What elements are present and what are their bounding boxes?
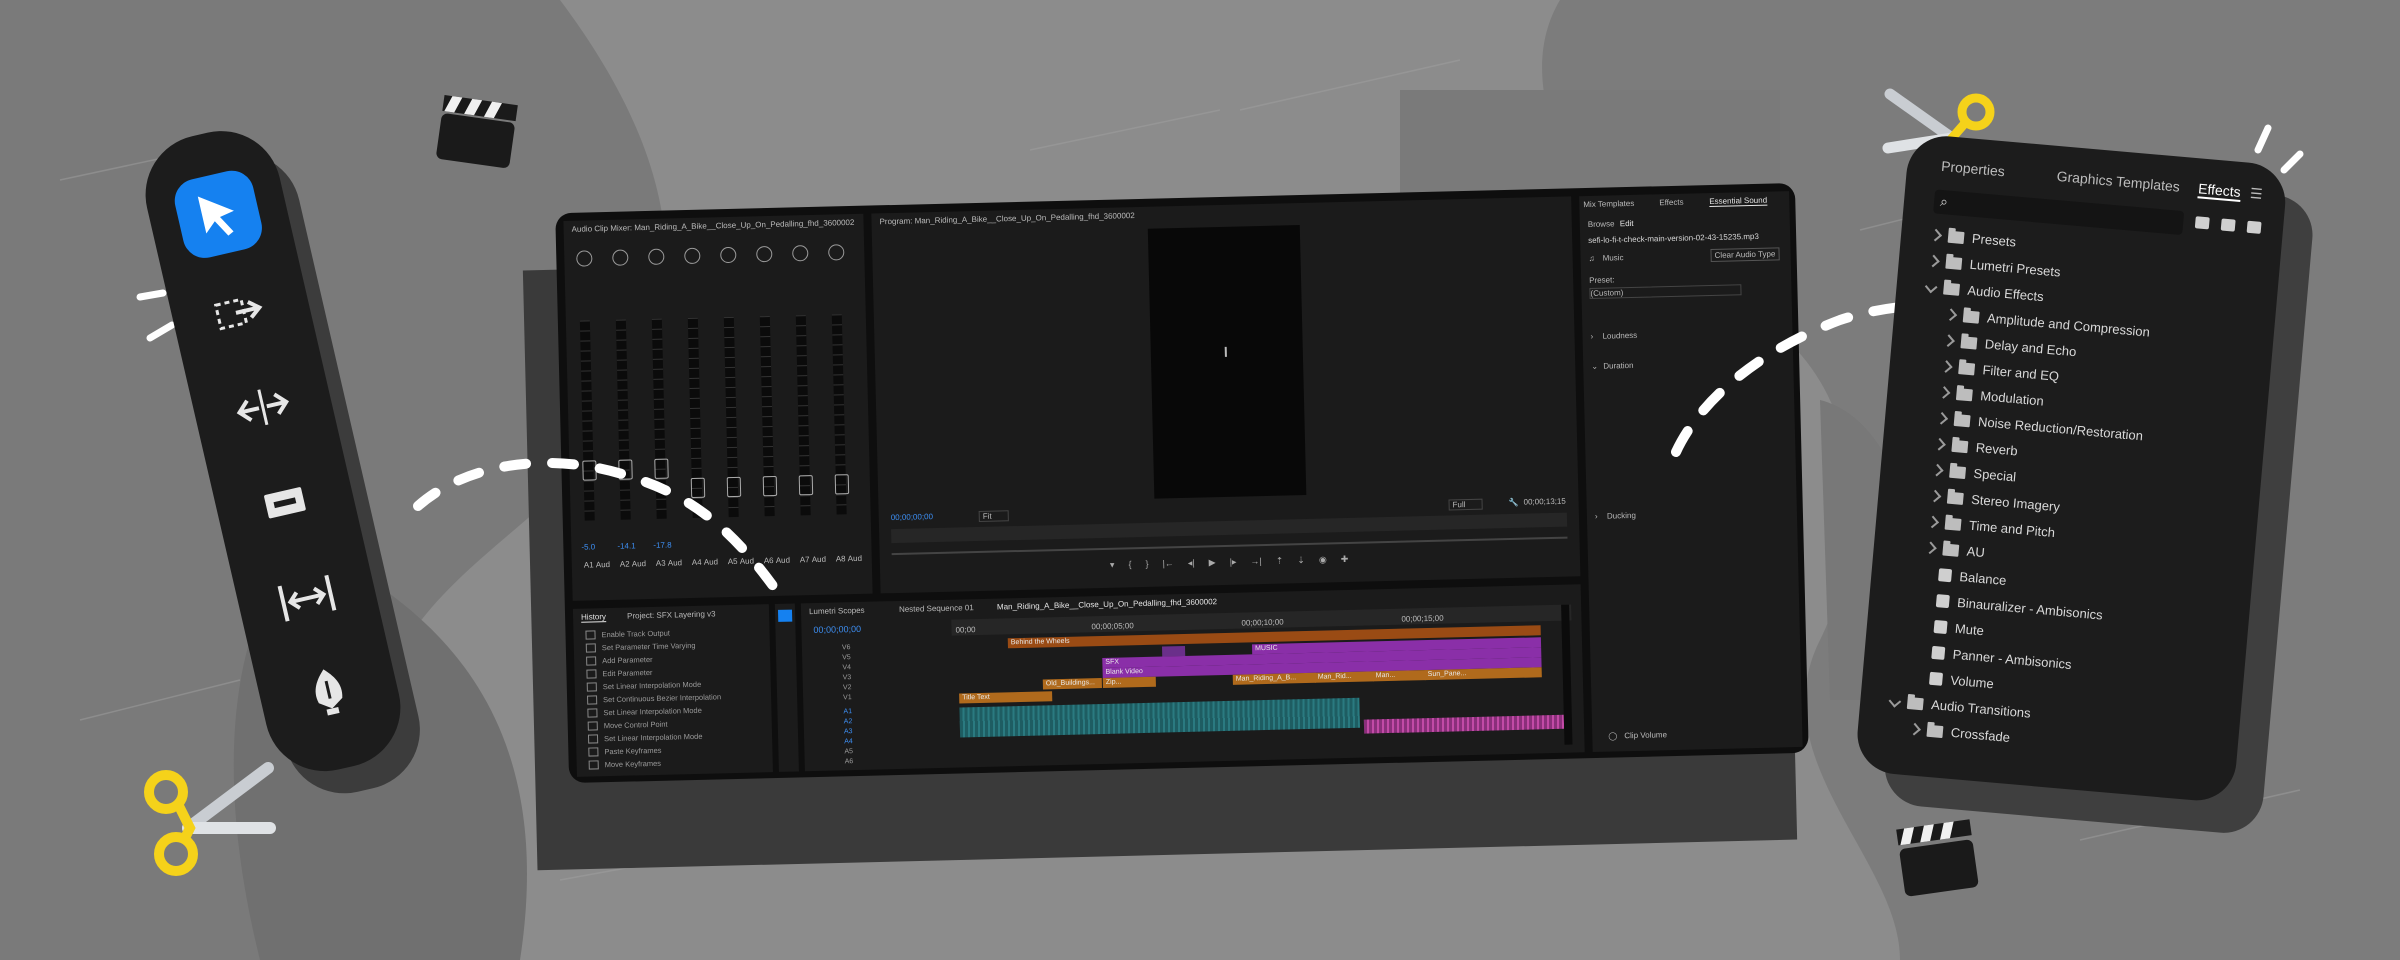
accelerated-effects-icon[interactable] [2194, 216, 2210, 230]
folder-icon [1944, 517, 1962, 531]
tab-graphics-templates[interactable]: Graphics Templates [2056, 168, 2180, 195]
yuv-effects-icon[interactable] [2246, 220, 2262, 234]
folder-icon [1946, 491, 1964, 505]
folder-icon [1926, 724, 1944, 738]
effect-folder[interactable]: Delay and Echo [1942, 333, 2077, 360]
effect-item[interactable]: Binauralizer - Ambisonics [1921, 592, 2104, 623]
chevron-right-icon[interactable] [1933, 437, 1946, 451]
folder-icon [1942, 542, 1960, 557]
chevron-right-icon[interactable] [1929, 228, 1943, 242]
effect-label: Lumetri Presets [1969, 256, 2062, 280]
effect-label: Audio Transitions [1930, 697, 2032, 721]
chevron-right-icon[interactable] [1939, 360, 1953, 373]
folder-icon [1947, 230, 1965, 244]
search-icon: ⌕ [1939, 192, 1949, 210]
chevron-right-icon[interactable] [1935, 411, 1949, 425]
effect-folder[interactable]: Stereo Imagery [1928, 488, 2061, 515]
effect-label: Presets [1971, 230, 2017, 250]
chevron-down-icon[interactable] [1924, 280, 1938, 294]
menu-icon[interactable]: ☰ [2249, 185, 2263, 203]
folder-icon [1953, 413, 1971, 427]
chevron-right-icon[interactable] [1928, 489, 1942, 503]
effect-label: Balance [1958, 569, 2007, 589]
folder-icon [1958, 361, 1976, 375]
effects-panel-card: Properties Graphics Templates Effects ☰ … [1852, 132, 2329, 837]
audio-effect-icon [1933, 619, 1948, 635]
chevron-right-icon[interactable] [1927, 254, 1940, 268]
effect-folder[interactable]: Audio Transitions [1888, 693, 2032, 721]
effect-label: Crossfade [1950, 724, 2011, 745]
effect-folder[interactable]: Special [1930, 462, 2017, 485]
effect-folder[interactable]: Crossfade [1908, 721, 2011, 745]
effect-folder[interactable]: Lumetri Presets [1927, 253, 2062, 280]
effect-label: Modulation [1979, 388, 2045, 409]
effect-label: Filter and EQ [1981, 362, 2060, 384]
tab-effects[interactable]: Effects [2197, 180, 2242, 202]
audio-effect-icon [1928, 671, 1944, 686]
effect-label: Audio Effects [1966, 282, 2045, 305]
folder-icon [1906, 696, 1924, 710]
effect-folder[interactable]: Audio Effects [1924, 279, 2045, 305]
folder-icon [1955, 387, 1973, 401]
chevron-right-icon[interactable] [1937, 386, 1951, 399]
search-input[interactable]: ⌕ [1933, 189, 2185, 236]
folder-icon [1945, 256, 1963, 270]
effect-label: Panner - Ambisonics [1952, 646, 2073, 673]
effect-item[interactable]: Panner - Ambisonics [1916, 644, 2072, 672]
folder-icon [1949, 465, 1967, 479]
effect-label: AU [1966, 543, 1986, 561]
folder-icon [1960, 335, 1978, 350]
audio-effect-icon [1935, 594, 1950, 609]
effect-label: Amplitude and Compression [1986, 310, 2151, 340]
effect-folder[interactable]: Filter and EQ [1939, 359, 2060, 384]
chevron-right-icon[interactable] [1924, 541, 1937, 555]
folder-icon [1951, 439, 1969, 453]
chevron-right-icon[interactable] [1942, 334, 1955, 347]
effect-item[interactable]: Volume [1914, 669, 1994, 691]
folder-icon [1962, 309, 1980, 324]
chevron-down-icon[interactable] [1888, 694, 1902, 708]
tab-properties[interactable]: Properties [1941, 158, 2006, 180]
effect-folder[interactable]: Presets [1929, 227, 2017, 250]
folder-icon [1943, 282, 1961, 296]
effect-label: Mute [1954, 620, 1985, 639]
effect-label: Noise Reduction/Restoration [1977, 414, 2144, 444]
audio-effect-icon [1938, 568, 1953, 583]
chevron-right-icon[interactable] [1908, 722, 1921, 736]
32bit-effects-icon[interactable] [2220, 218, 2236, 232]
effect-label: Time and Pitch [1968, 517, 2056, 541]
effect-label: Volume [1949, 672, 1995, 692]
effect-item[interactable]: Mute [1918, 618, 1985, 639]
chevron-right-icon[interactable] [1944, 308, 1958, 322]
effect-item[interactable]: Balance [1923, 566, 2007, 588]
effect-folder[interactable]: AU [1924, 540, 1986, 561]
audio-effect-icon [1931, 645, 1946, 660]
effect-folder[interactable]: Time and Pitch [1926, 514, 2056, 541]
effect-label: Stereo Imagery [1970, 491, 2061, 515]
chevron-right-icon[interactable] [1926, 515, 1940, 529]
effect-label: Binauralizer - Ambisonics [1956, 594, 2104, 623]
chevron-right-icon[interactable] [1930, 463, 1944, 477]
effect-label: Delay and Echo [1984, 336, 2077, 360]
effect-folder[interactable]: Modulation [1937, 385, 2045, 409]
effect-label: Special [1972, 465, 2017, 485]
effect-folder[interactable]: Reverb [1933, 436, 2019, 459]
effect-label: Reverb [1975, 439, 2019, 459]
